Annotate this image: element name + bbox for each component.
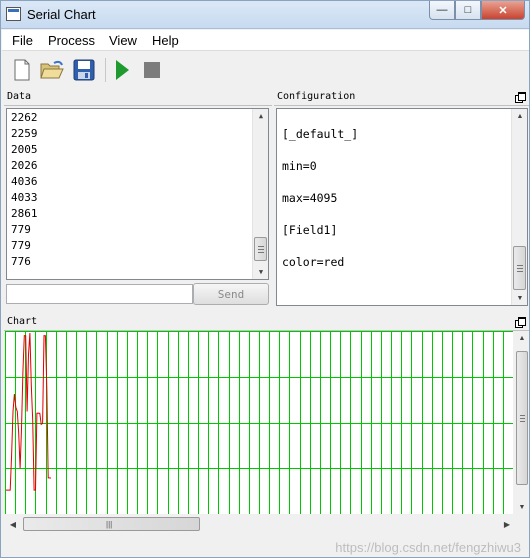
config-line: color=red: [282, 255, 345, 269]
close-button[interactable]: ✕: [481, 1, 525, 20]
save-icon[interactable]: [71, 57, 97, 83]
menu-file[interactable]: File: [12, 33, 33, 48]
scroll-down-icon[interactable]: ▼: [515, 500, 529, 514]
app-icon: [6, 7, 21, 21]
scroll-left-icon[interactable]: ◀: [5, 517, 21, 531]
config-line: min=0: [282, 159, 317, 173]
minimize-button[interactable]: —: [429, 1, 455, 20]
window-controls: — □ ✕: [429, 1, 525, 21]
send-input[interactable]: [6, 284, 193, 304]
scroll-down-icon[interactable]: ▼: [512, 291, 527, 305]
toolbar-separator: [105, 58, 106, 82]
scroll-up-icon[interactable]: ▲: [515, 331, 529, 345]
data-line: 2262: [11, 111, 38, 124]
scroll-thumb[interactable]: [254, 237, 267, 261]
chart-hscrollbar[interactable]: ◀ ||| ▶: [5, 515, 515, 532]
title-bar[interactable]: Serial Chart — □ ✕: [1, 1, 529, 29]
config-line: [_default_]: [282, 127, 359, 141]
data-scrollbar[interactable]: ▲ ▼: [252, 109, 268, 279]
data-line: 779: [11, 239, 31, 252]
maximize-button[interactable]: □: [455, 1, 481, 20]
watermark-text: https://blog.csdn.net/fengzhiwu3: [335, 540, 521, 555]
series-line-field1: [6, 332, 52, 491]
send-button[interactable]: Send: [193, 283, 269, 305]
float-panel-icon[interactable]: [515, 92, 526, 103]
stop-icon[interactable]: [139, 57, 165, 83]
toolbar: [2, 52, 529, 88]
app-window: Serial Chart — □ ✕ File Process View Hel…: [0, 0, 530, 558]
menu-view[interactable]: View: [109, 33, 137, 48]
menu-process[interactable]: Process: [48, 33, 95, 48]
run-icon[interactable]: [109, 57, 135, 83]
chart-panel-title: Chart: [4, 314, 529, 331]
status-bar: https://blog.csdn.net/fengzhiwu3: [2, 538, 529, 558]
config-line: [Field1]: [282, 223, 338, 237]
data-line: 2026: [11, 159, 38, 172]
scroll-thumb[interactable]: |||: [23, 517, 200, 531]
chart-area[interactable]: [5, 331, 513, 514]
chart-plot: [5, 331, 513, 514]
scroll-thumb[interactable]: [516, 351, 528, 485]
configuration-editor[interactable]: [_default_] min=0 max=4095 [Field1] colo…: [276, 108, 528, 306]
data-line: 2861: [11, 207, 38, 220]
data-line: 2005: [11, 143, 38, 156]
chart-vscrollbar[interactable]: ▲ ▼: [515, 331, 529, 514]
data-line: 779: [11, 223, 31, 236]
data-line: 4033: [11, 191, 38, 204]
menu-help[interactable]: Help: [152, 33, 179, 48]
window-title: Serial Chart: [27, 7, 96, 22]
menu-bar: File Process View Help: [2, 30, 529, 51]
float-panel-icon[interactable]: [515, 317, 526, 328]
data-line: 776: [11, 255, 31, 268]
scroll-up-icon[interactable]: ▲: [512, 109, 527, 123]
data-line: 2259: [11, 127, 38, 140]
config-scrollbar[interactable]: ▲ ▼: [511, 109, 527, 305]
scroll-right-icon[interactable]: ▶: [499, 517, 515, 531]
data-output[interactable]: 2262 2259 2005 2026 4036 4033 2861 779 7…: [6, 108, 269, 280]
configuration-panel-title: Configuration: [274, 89, 529, 106]
open-folder-icon[interactable]: [39, 57, 65, 83]
config-line: max=4095: [282, 191, 338, 205]
scroll-up-icon[interactable]: ▲: [253, 109, 268, 123]
data-panel-title: Data: [4, 89, 272, 106]
data-line: 4036: [11, 175, 38, 188]
scroll-thumb[interactable]: [513, 246, 526, 290]
scroll-down-icon[interactable]: ▼: [253, 265, 268, 279]
new-file-icon[interactable]: [9, 57, 35, 83]
